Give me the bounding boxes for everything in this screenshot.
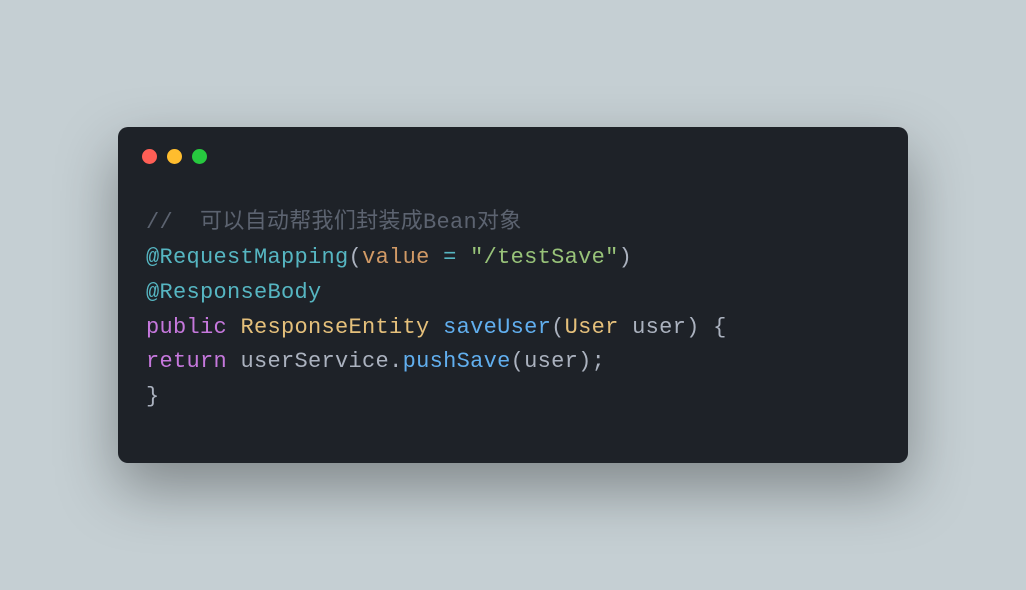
window-titlebar <box>118 127 908 164</box>
maximize-icon[interactable] <box>192 149 207 164</box>
annotation-response-body: @ResponseBody <box>146 280 322 305</box>
code-content: // 可以自动帮我们封装成Bean对象 @RequestMapping(valu… <box>118 164 908 463</box>
code-line-3: @ResponseBody <box>146 276 880 311</box>
code-line-4: public ResponseEntity saveUser(User user… <box>146 311 880 346</box>
code-line-2: @RequestMapping(value = "/testSave") <box>146 241 880 276</box>
minimize-icon[interactable] <box>167 149 182 164</box>
code-line-5: return userService.pushSave(user); <box>146 345 880 380</box>
close-icon[interactable] <box>142 149 157 164</box>
annotation-request-mapping: @RequestMapping <box>146 245 349 270</box>
comment-text: // 可以自动帮我们封装成Bean对象 <box>146 210 522 235</box>
code-window: // 可以自动帮我们封装成Bean对象 @RequestMapping(valu… <box>118 127 908 463</box>
code-line-6: } <box>146 380 880 415</box>
code-line-1: // 可以自动帮我们封装成Bean对象 <box>146 206 880 241</box>
